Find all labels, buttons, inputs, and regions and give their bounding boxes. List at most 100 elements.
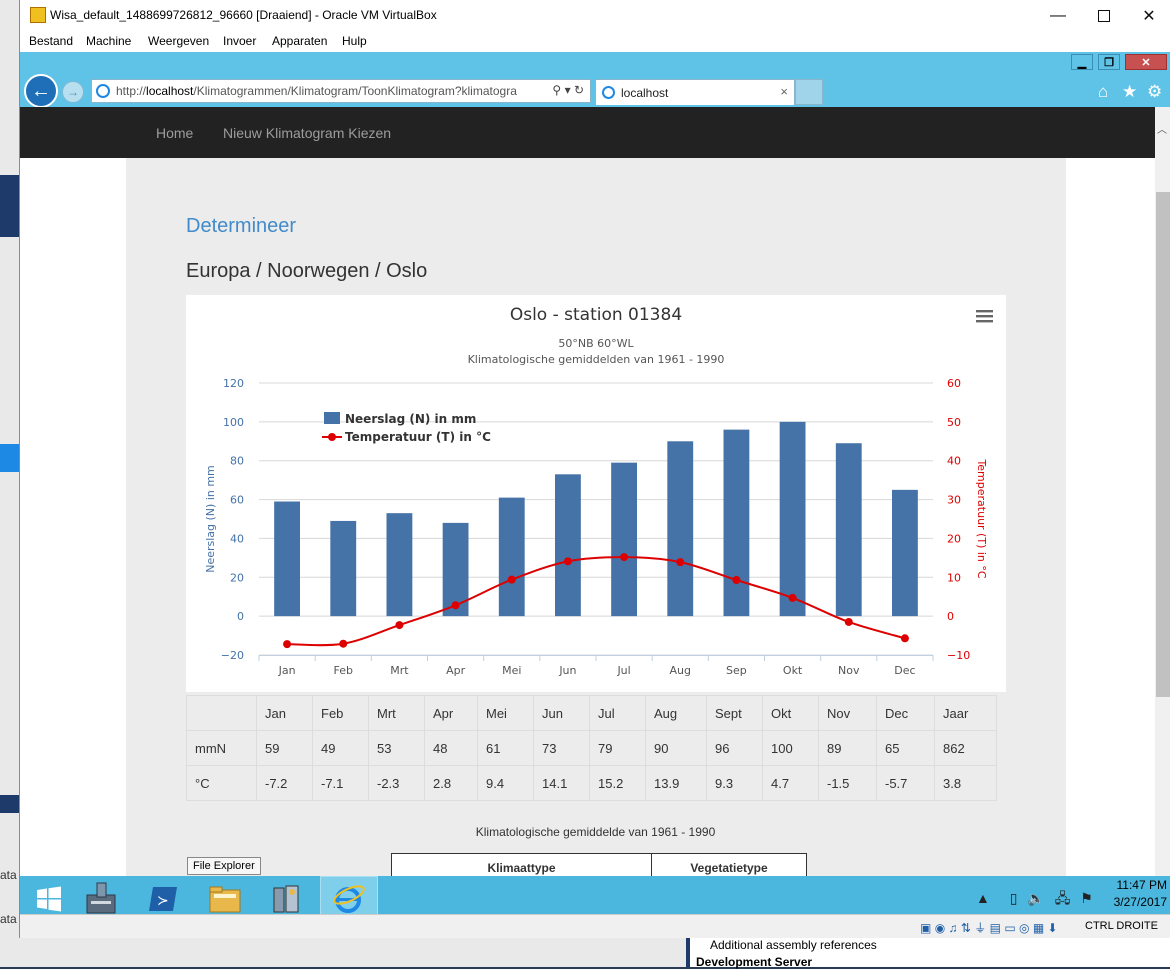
ie-tab-icon	[602, 86, 615, 99]
precip-bar[interactable]	[330, 520, 357, 617]
temperature-point[interactable]	[507, 575, 516, 584]
dropdown-icon[interactable]: ▾	[565, 83, 571, 97]
network-icon[interactable]: 🖧	[1055, 890, 1071, 906]
temperature-point[interactable]	[395, 621, 404, 630]
temperature-point[interactable]	[732, 576, 741, 585]
table-cell: 9.4	[477, 765, 534, 801]
ie-restore-button[interactable]: ❐	[1098, 54, 1120, 70]
optical-drive-icon[interactable]: ◉	[935, 921, 945, 935]
temperature-point[interactable]	[283, 640, 292, 649]
search-icon[interactable]: ⚲	[552, 83, 561, 97]
table-cell: 9.3	[706, 765, 763, 801]
table-header-cell: Mei	[477, 695, 534, 731]
host-fragment-text: ata	[0, 912, 17, 926]
precip-bar[interactable]	[891, 489, 918, 617]
table-header-cell: Jul	[589, 695, 646, 731]
precip-bar[interactable]	[611, 462, 638, 617]
temperature-point[interactable]	[788, 593, 797, 602]
maximize-button[interactable]	[1081, 0, 1127, 31]
y-axis-left-title: Neerslag (N) in mm	[204, 465, 217, 573]
nav-home-link[interactable]: Home	[156, 125, 193, 141]
temperature-point[interactable]	[844, 617, 853, 626]
hard-disk-icon[interactable]: ▣	[920, 921, 931, 935]
page-heading: Determineer	[186, 215, 297, 237]
ie-minimize-button[interactable]: ▁	[1071, 54, 1093, 70]
temperature-point[interactable]	[451, 601, 460, 610]
menu-apparaten[interactable]: Apparaten	[272, 34, 327, 48]
precip-bar[interactable]	[835, 443, 862, 617]
precip-bar[interactable]	[723, 429, 750, 617]
minimize-button[interactable]: —	[1035, 0, 1081, 31]
display-icon[interactable]: ▭	[1004, 921, 1015, 935]
scroll-up-icon[interactable]: ︿	[1157, 121, 1167, 136]
action-center-flag-icon[interactable]: ⚑	[1080, 890, 1093, 906]
table-cell: -5.7	[876, 765, 935, 801]
menu-bestand[interactable]: Bestand	[29, 34, 73, 48]
menu-weergeven[interactable]: Weergeven	[148, 34, 209, 48]
refresh-icon[interactable]: ↻	[574, 83, 584, 97]
browser-tab[interactable]: localhost ×	[595, 79, 795, 105]
table-cell: -7.2	[256, 765, 313, 801]
close-window-button[interactable]: ✕	[1126, 0, 1170, 31]
window-titlebar[interactable]: Wisa_default_1488699726812_96660 [Draaie…	[20, 0, 1170, 31]
precip-bar[interactable]	[667, 441, 694, 617]
legend-label-temp[interactable]: Temperatuur (T) in °C	[345, 430, 491, 444]
window-title: Wisa_default_1488699726812_96660 [Draaie…	[50, 8, 437, 22]
volume-muted-icon[interactable]: 🔈	[1027, 890, 1044, 906]
x-tick-label: Okt	[783, 664, 803, 677]
settings-gear-icon[interactable]: ⚙	[1147, 82, 1162, 102]
precip-bar[interactable]	[779, 421, 806, 617]
y-right-tick-label: −10	[947, 649, 970, 662]
host-key-label: CTRL DROITE	[1085, 920, 1158, 932]
temperature-point[interactable]	[620, 553, 629, 562]
show-hidden-icons-icon[interactable]: ▲	[976, 890, 990, 906]
legend-label-precip[interactable]: Neerslag (N) in mm	[345, 412, 476, 426]
menu-invoer[interactable]: Invoer	[223, 34, 256, 48]
table-cell: 79	[589, 730, 646, 766]
home-icon[interactable]: ⌂	[1098, 82, 1108, 102]
precip-bar[interactable]	[386, 513, 413, 617]
back-button[interactable]: ←	[24, 74, 58, 108]
network-adapter-icon[interactable]: ⇅	[961, 921, 971, 935]
table-cell: -2.3	[368, 765, 425, 801]
precip-bar[interactable]	[554, 474, 581, 617]
host-background-window: Additional assembly references Developme…	[686, 938, 1170, 969]
usb-icon[interactable]: ⏚	[974, 921, 986, 935]
chart-legend[interactable]: Neerslag (N) in mm Temperatuur (T) in °C	[322, 412, 491, 444]
table-cell: 4.7	[762, 765, 819, 801]
table-cell: 2.8	[424, 765, 478, 801]
y-left-tick-label: 20	[230, 571, 244, 584]
table-header-cell	[186, 695, 257, 731]
cpu-icon[interactable]: ▦	[1033, 921, 1044, 935]
nav-new-climatogram-link[interactable]: Nieuw Klimatogram Kiezen	[223, 125, 391, 141]
ie-toolbar: ▁ ❐ ✕ ← → http://localhost/Klimatogramme…	[20, 52, 1170, 108]
temperature-point[interactable]	[339, 639, 348, 648]
forward-button[interactable]: →	[62, 81, 84, 103]
host-key-arrow-icon[interactable]: ⬇	[1048, 921, 1058, 935]
ie-close-button[interactable]: ✕	[1125, 54, 1167, 70]
audio-icon[interactable]: ♫	[949, 921, 958, 935]
shared-folder-icon[interactable]: ▤	[990, 921, 1001, 935]
menu-hulp[interactable]: Hulp	[342, 34, 367, 48]
recording-icon[interactable]: ◎	[1019, 921, 1029, 935]
table-cell: 13.9	[645, 765, 707, 801]
favorites-star-icon[interactable]: ★	[1122, 82, 1137, 102]
precip-bar[interactable]	[498, 497, 525, 617]
temperature-point[interactable]	[563, 557, 572, 566]
system-clock[interactable]: 11:47 PM 3/27/2017	[1114, 878, 1167, 909]
table-header-cell: Mrt	[368, 695, 425, 731]
table-header-cell: Jan	[256, 695, 313, 731]
table-cell: 89	[818, 730, 877, 766]
precip-bar[interactable]	[274, 501, 301, 617]
temperature-point[interactable]	[676, 558, 685, 567]
battery-icon[interactable]: ▯	[1010, 890, 1018, 906]
menu-machine[interactable]: Machine	[86, 34, 131, 48]
new-tab-button[interactable]	[795, 79, 823, 105]
address-bar[interactable]: http://localhost/Klimatogrammen/Klimatog…	[91, 79, 591, 103]
virtualbox-window: Wisa_default_1488699726812_96660 [Draaie…	[19, 0, 1170, 938]
forward-arrow-icon: →	[67, 85, 79, 99]
scrollbar-thumb[interactable]	[1156, 192, 1170, 697]
temperature-point[interactable]	[900, 634, 909, 643]
chart-menu-hamburger-icon[interactable]	[976, 310, 993, 323]
tab-close-icon[interactable]: ×	[780, 84, 788, 99]
